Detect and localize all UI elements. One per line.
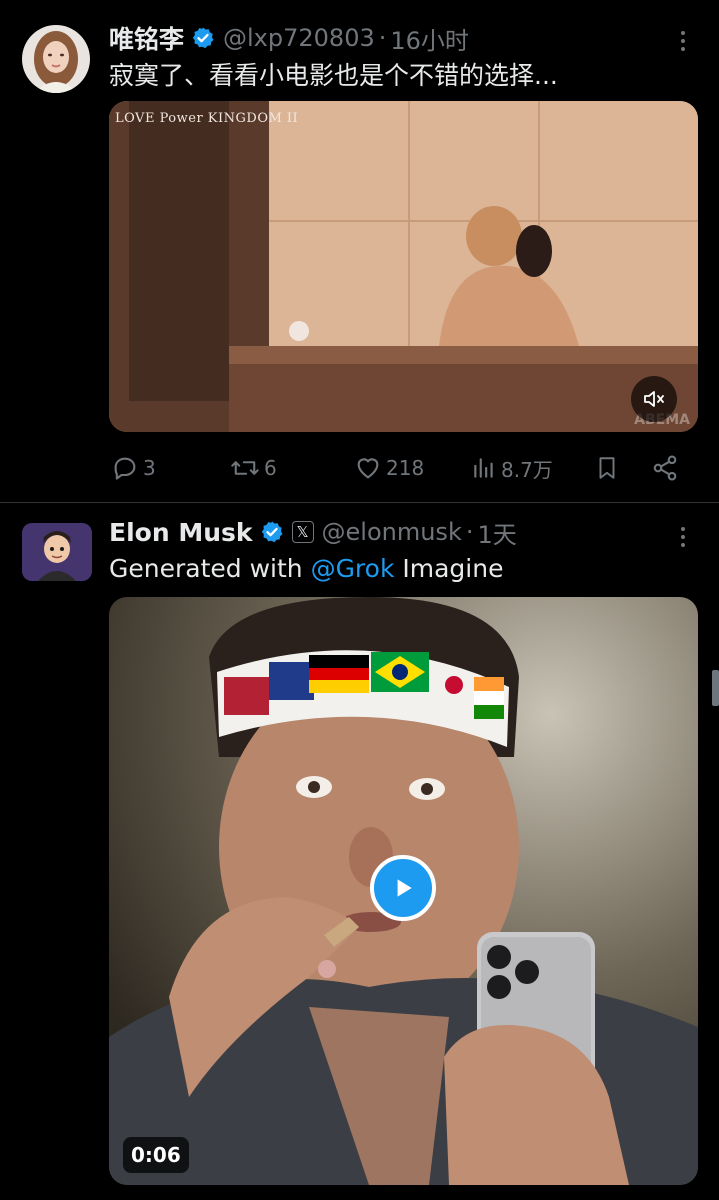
verified-badge-icon bbox=[192, 27, 214, 49]
view-count: 8.7万 bbox=[501, 457, 553, 482]
like-count: 218 bbox=[386, 456, 425, 480]
avatar[interactable] bbox=[22, 25, 90, 93]
tweet-header: 唯铭李 @lxp720803 · 16小时 bbox=[109, 20, 469, 56]
bookmark-button[interactable] bbox=[594, 450, 624, 486]
like-button[interactable]: 218 bbox=[354, 450, 424, 486]
tweet-text-end: Imagine bbox=[394, 554, 504, 583]
speaker-muted-icon bbox=[644, 391, 664, 407]
mute-button[interactable] bbox=[631, 376, 677, 422]
analytics-icon bbox=[474, 458, 493, 478]
tweet-actions: 3 6 218 8.7万 bbox=[109, 450, 689, 486]
play-button[interactable] bbox=[370, 855, 436, 921]
mention-link[interactable]: @Grok bbox=[311, 554, 395, 583]
separator-dot: · bbox=[378, 24, 387, 52]
separator-dot: · bbox=[465, 518, 474, 546]
reply-icon bbox=[114, 457, 136, 480]
bookmark-icon bbox=[599, 457, 615, 479]
avatar[interactable] bbox=[22, 523, 92, 581]
scrollbar-thumb[interactable] bbox=[712, 670, 719, 706]
timestamp[interactable]: 16小时 bbox=[390, 21, 469, 56]
views-button[interactable]: 8.7万 bbox=[471, 450, 553, 486]
tweet-2[interactable]: Elon Musk 𝕏 @elonmusk · 1天 Generated wit… bbox=[0, 503, 719, 1200]
repost-icon bbox=[231, 461, 259, 475]
verified-badge-icon bbox=[261, 521, 283, 543]
tweet-video[interactable]: LOVE Power KINGDOM II ABEMA bbox=[109, 101, 698, 432]
more-options-icon[interactable] bbox=[673, 27, 693, 55]
author-name[interactable]: Elon Musk bbox=[109, 518, 253, 547]
video-frame bbox=[109, 101, 698, 432]
tweet-text-start: Generated with bbox=[109, 554, 311, 583]
author-name[interactable]: 唯铭李 bbox=[109, 20, 184, 56]
reply-button[interactable]: 3 bbox=[111, 450, 156, 486]
tweet-text: 寂寞了、看看小电影也是个不错的选择... bbox=[109, 61, 558, 90]
share-icon bbox=[653, 455, 677, 481]
share-button[interactable] bbox=[651, 450, 683, 486]
more-options-icon[interactable] bbox=[673, 523, 693, 551]
tweet-text: Generated with @Grok Imagine bbox=[109, 551, 503, 587]
video-duration-badge: 0:06 bbox=[123, 1137, 189, 1173]
author-handle[interactable]: @elonmusk bbox=[322, 518, 462, 546]
play-icon bbox=[397, 879, 412, 897]
author-handle[interactable]: @lxp720803 bbox=[223, 24, 375, 52]
x-affiliate-badge-icon: 𝕏 bbox=[291, 521, 314, 543]
watermark-logo: LOVE Power KINGDOM II bbox=[115, 111, 299, 126]
tweet-video[interactable]: 0:06 bbox=[109, 597, 698, 1185]
repost-button[interactable]: 6 bbox=[230, 450, 277, 486]
repost-count: 6 bbox=[264, 456, 277, 480]
timestamp[interactable]: 1天 bbox=[477, 515, 516, 550]
tweet-1[interactable]: 唯铭李 @lxp720803 · 16小时 寂寞了、看看小电影也是个不错的选择.… bbox=[0, 0, 719, 502]
reply-count: 3 bbox=[143, 456, 156, 480]
heart-icon bbox=[357, 458, 379, 479]
tweet-header: Elon Musk 𝕏 @elonmusk · 1天 bbox=[109, 514, 517, 550]
